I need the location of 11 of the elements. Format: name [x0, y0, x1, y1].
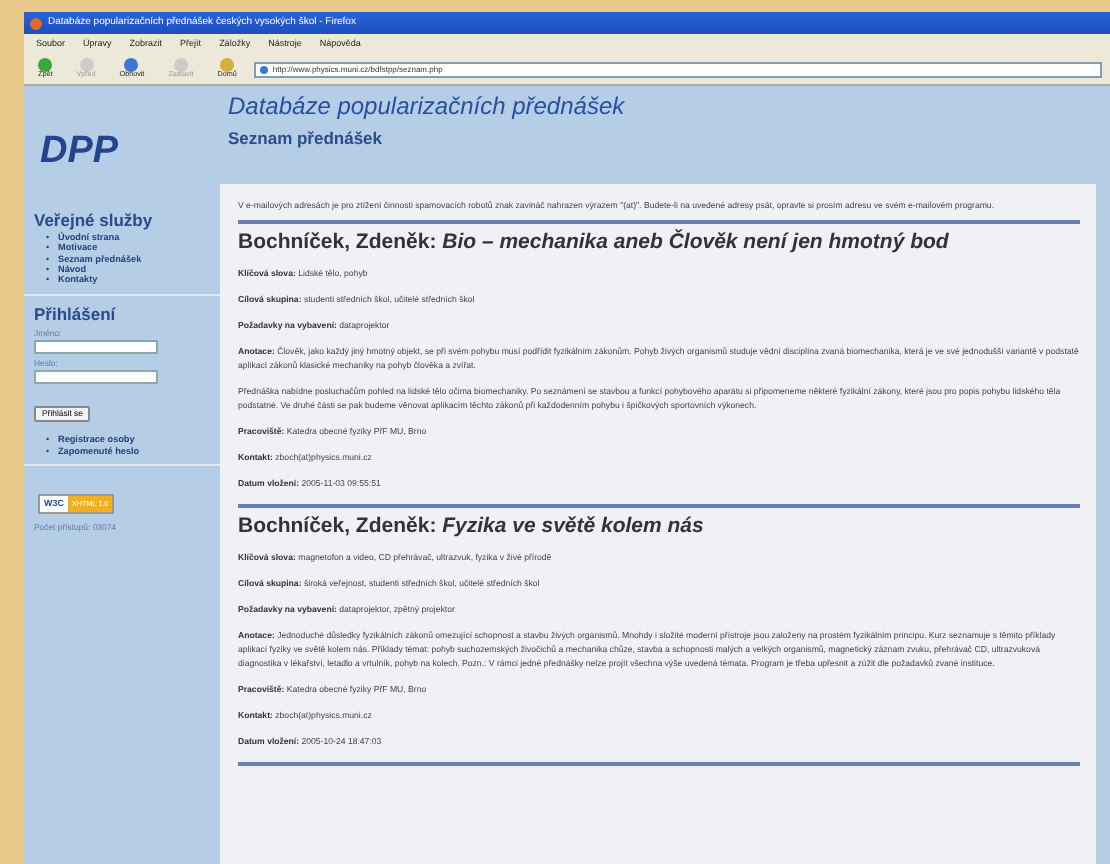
lecture-heading: Bochníček, Zdeněk: Bio – mechanika aneb Člověk není jen hmotný bod [238, 229, 951, 256]
site-logo: DPP [40, 130, 121, 174]
lecture-heading: Bochníček, Zdeněk: Fyzika ve světě kolem nás [238, 514, 706, 540]
password-field[interactable] [34, 370, 158, 385]
username-field[interactable] [34, 340, 158, 355]
section-heading: Veřejné služby [34, 210, 155, 231]
browser-logo-icon [30, 17, 42, 29]
page-icon [260, 65, 269, 73]
site-title: Databáze popularizačních přednášek [228, 92, 627, 120]
page-heading: Seznam přednášek [228, 128, 385, 149]
section-heading: Přihlášení [34, 303, 118, 324]
